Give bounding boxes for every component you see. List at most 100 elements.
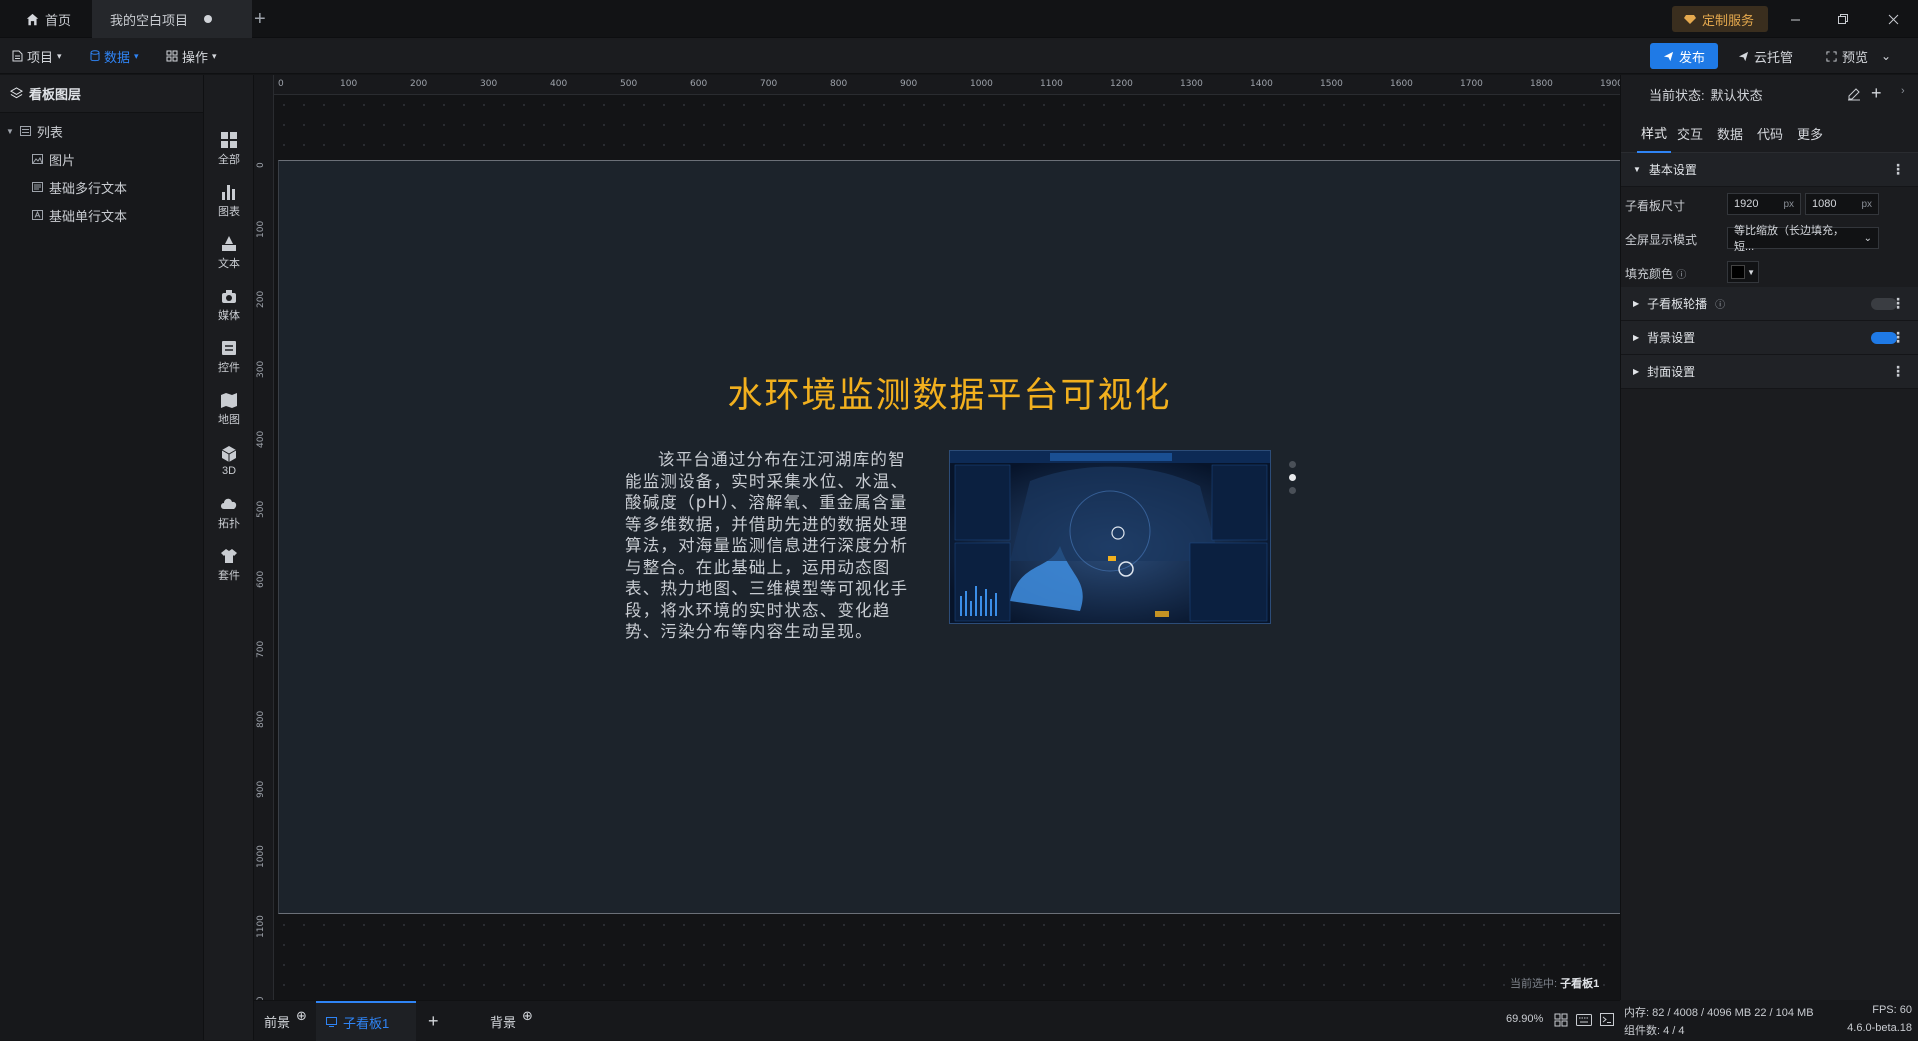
ruler-tick-label: 1600: [1390, 79, 1413, 89]
component-3d[interactable]: 3D: [204, 437, 254, 485]
edit-icon[interactable]: [1847, 87, 1861, 101]
add-sub-board-button[interactable]: +: [428, 1001, 439, 1041]
board-title-text[interactable]: 水环境监测数据平台可视化: [279, 367, 1620, 418]
ruler-tick-label: 1400: [1250, 79, 1273, 89]
publish-button[interactable]: 发布: [1650, 43, 1718, 69]
ruler-tick-label: 800: [256, 710, 266, 728]
preview-button[interactable]: 预览 ⌄: [1826, 43, 1891, 69]
ruler-tick-label: 100: [340, 79, 358, 89]
ruler-tick-label: 1300: [1180, 79, 1203, 89]
carousel-dot-active[interactable]: [1289, 474, 1296, 481]
keyboard-icon[interactable]: [1576, 1014, 1592, 1026]
add-circle-icon[interactable]: ⊕: [522, 1008, 533, 1024]
tab-interaction[interactable]: 交互: [1677, 113, 1703, 153]
section-background[interactable]: ▶ 背景设置 ⋮: [1621, 321, 1918, 355]
menu-project-label: 项目: [27, 49, 54, 65]
more-vertical-icon[interactable]: ⋮: [1891, 295, 1905, 312]
component-topology[interactable]: 拓扑: [204, 489, 254, 537]
board-multiline-text[interactable]: 该平台通过分布在江河湖库的智能监测设备，实时采集水位、水温、酸碱度（pH）、溶解…: [625, 449, 915, 643]
height-input[interactable]: 1080 px: [1805, 193, 1879, 215]
menu-data[interactable]: 数据 ▾: [90, 38, 139, 74]
terminal-icon[interactable]: [1600, 1013, 1614, 1026]
menu-operate[interactable]: 操作 ▾: [166, 38, 217, 74]
custom-service-button[interactable]: 定制服务: [1672, 6, 1768, 32]
section-cover[interactable]: ▶ 封面设置 ⋮: [1621, 355, 1918, 389]
tab-style[interactable]: 样式: [1637, 113, 1672, 153]
fill-color-picker[interactable]: ▼: [1727, 261, 1759, 283]
layers-header: 看板图层: [0, 75, 236, 113]
section-title: 基本设置: [1648, 163, 1697, 177]
tab-foreground[interactable]: 前景 ⊕: [264, 1001, 307, 1041]
sub-board[interactable]: 水环境监测数据平台可视化 该平台通过分布在江河湖库的智能监测设备，实时采集水位、…: [278, 160, 1620, 914]
shirt-icon: [221, 549, 237, 563]
ruler-tick-label: 900: [256, 780, 266, 798]
restore-button[interactable]: [1832, 8, 1854, 30]
tab-data[interactable]: 数据: [1717, 113, 1743, 153]
component-map[interactable]: 地图: [204, 385, 254, 433]
state-value[interactable]: 默认状态: [1711, 85, 1763, 104]
tab-code[interactable]: 代码: [1757, 113, 1783, 153]
layer-item-label: 图片: [49, 152, 76, 168]
chevron-right-icon[interactable]: ›: [1901, 85, 1905, 97]
tab-sub-board[interactable]: 子看板1: [316, 1001, 416, 1041]
carousel-dot[interactable]: [1289, 461, 1296, 468]
chevron-down-icon: ▾: [134, 50, 139, 61]
close-button[interactable]: [1882, 8, 1904, 30]
tab-background[interactable]: 背景 ⊕: [490, 1001, 533, 1041]
section-title: 背景设置: [1647, 331, 1696, 345]
component-media[interactable]: 媒体: [204, 281, 254, 329]
component-control[interactable]: 控件: [204, 333, 254, 381]
tab-project[interactable]: 我的空白项目: [92, 0, 252, 38]
add-circle-icon[interactable]: ⊕: [296, 1008, 307, 1024]
section-basic-settings[interactable]: ▼ 基本设置 ⋮: [1621, 153, 1918, 187]
menu-bar: 项目 ▾ 数据 ▾ 操作 ▾: [0, 38, 1918, 74]
layer-item-image[interactable]: 图片: [32, 148, 75, 170]
layer-item-multiline-text[interactable]: 基础多行文本: [32, 176, 127, 198]
more-vertical-icon[interactable]: ⋮: [1891, 161, 1905, 178]
fullscreen-icon: [1826, 50, 1837, 62]
layer-item-list[interactable]: ▼ 列表: [6, 120, 63, 142]
minimize-icon: [1790, 19, 1800, 20]
board-image[interactable]: [949, 450, 1271, 624]
send-icon: [1738, 51, 1749, 61]
zoom-level[interactable]: 69.90%: [1506, 1013, 1543, 1025]
layer-item-singleline-text[interactable]: 基础单行文本: [32, 204, 127, 226]
help-icon[interactable]: ⓘ: [1715, 296, 1725, 311]
component-text[interactable]: 文本: [204, 229, 254, 277]
component-label: 图表: [218, 206, 240, 218]
caret-down-icon: ▼: [1633, 165, 1641, 174]
map-icon: [221, 393, 237, 408]
width-input[interactable]: 1920 px: [1727, 193, 1801, 215]
menu-project[interactable]: 项目 ▾: [12, 38, 62, 74]
file-icon: [12, 50, 23, 62]
unsaved-dot-icon: [204, 15, 213, 23]
add-state-icon[interactable]: +: [1871, 83, 1882, 104]
more-vertical-icon[interactable]: ⋮: [1891, 363, 1905, 380]
image-icon: [32, 154, 43, 164]
fullscreen-select[interactable]: 等比缩放（长边填充，短... ⌄: [1727, 225, 1879, 253]
ruler-tick-label: 0: [278, 79, 284, 89]
ruler-tick-label: 800: [830, 79, 848, 89]
component-toolbar: 全部 图表 文本 媒体 控件 地图 3D 拓扑 套件: [204, 75, 254, 1040]
tab-home[interactable]: 首页: [12, 0, 85, 38]
component-suite[interactable]: 套件: [204, 541, 254, 589]
ruler-tick-label: 1500: [1320, 79, 1343, 89]
new-tab-button[interactable]: +: [240, 0, 280, 38]
section-carousel[interactable]: ▶ 子看板轮播 ⓘ ⋮: [1621, 287, 1918, 321]
color-swatch: [1731, 265, 1745, 279]
help-icon[interactable]: ⓘ: [1676, 270, 1686, 281]
component-all[interactable]: 全部: [204, 125, 254, 173]
component-chart[interactable]: 图表: [204, 177, 254, 225]
carousel-dot[interactable]: [1289, 487, 1296, 494]
publish-label: 发布: [1678, 49, 1705, 65]
more-vertical-icon[interactable]: ⋮: [1891, 329, 1905, 346]
properties-tabs: 样式 交互 数据 代码 更多: [1621, 113, 1918, 153]
tab-more[interactable]: 更多: [1797, 113, 1823, 153]
cloud-hosting-button[interactable]: 云托管: [1738, 43, 1793, 69]
caret-right-icon: ▶: [1633, 299, 1640, 308]
layer-item-label: 基础单行文本: [49, 208, 128, 224]
fit-screen-icon[interactable]: [1554, 1013, 1568, 1027]
minimize-button[interactable]: [1784, 8, 1806, 30]
memory-usage: 内存: 82 / 4008 / 4096 MB 22 / 104 MB: [1624, 1007, 1814, 1019]
ruler-tick-label: 0: [256, 162, 266, 168]
